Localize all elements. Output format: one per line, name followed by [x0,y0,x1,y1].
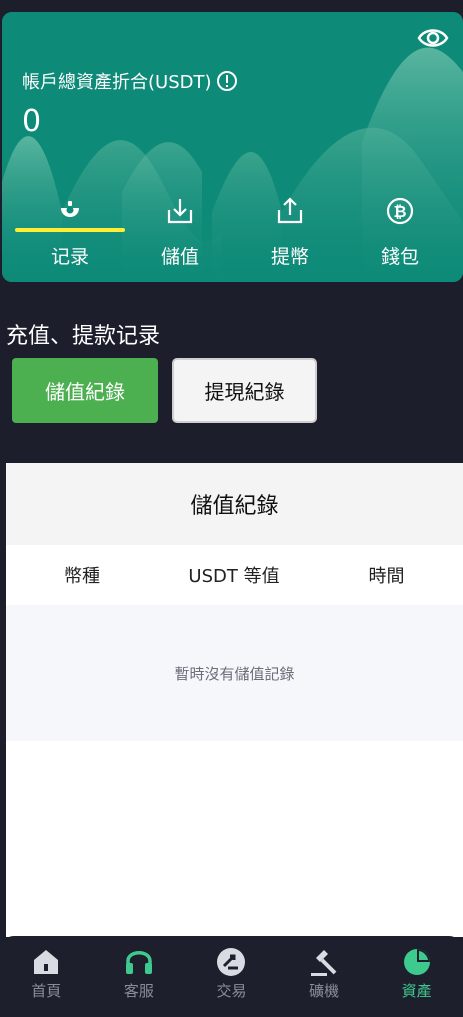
nav-assets-label: 資產 [401,982,432,1000]
active-underline [15,228,125,232]
asset-card: 帳戶總資產折合(USDT) 0 记录 儲值 提幣 ₿ 錢包 [2,12,463,282]
total-assets-value: 0 [22,104,42,139]
nav-support-label: 客服 [123,982,154,1000]
withdraw-records-button[interactable]: 提現紀錄 [172,358,317,423]
bitcoin-icon: ₿ [386,197,414,225]
download-icon [167,199,193,224]
action-record[interactable]: 记录 [15,192,125,282]
nav-assets[interactable]: 資產 [370,936,463,1017]
pie-chart-icon [403,949,430,975]
exchange-icon [217,948,246,976]
info-icon[interactable] [216,70,238,92]
action-record-label: 记录 [50,246,89,268]
headset-icon [125,951,152,974]
status-strip [0,0,463,12]
action-wallet[interactable]: ₿ 錢包 [345,192,455,282]
nav-mining[interactable]: 礦機 [278,936,371,1017]
total-assets-label-text: 帳戶總資產折合(USDT) [22,72,212,93]
eye-icon[interactable] [417,26,449,50]
action-deposit-label: 儲值 [160,246,199,268]
section-title: 充值、提款记录 [6,324,161,349]
column-currency: 幣種 [64,566,100,587]
nav-home-label: 首頁 [31,982,62,1000]
panel-title: 儲值紀錄 [6,463,463,545]
mining-icon [311,950,337,976]
action-wallet-label: 錢包 [380,246,419,268]
asset-actions: 记录 儲值 提幣 ₿ 錢包 [2,192,463,282]
action-deposit[interactable]: 儲值 [125,192,235,282]
nav-home[interactable]: 首頁 [0,936,93,1017]
column-usdt-value: USDT 等值 [188,566,280,587]
bottom-nav: 首頁 客服 交易 礦機 資產 [0,936,463,1017]
empty-state: 暫時沒有儲值記錄 [6,605,463,741]
nav-trade-label: 交易 [216,982,247,1000]
action-withdraw[interactable]: 提幣 [235,192,345,282]
table-header: 幣種 USDT 等值 時間 [6,545,463,605]
nav-trade[interactable]: 交易 [185,936,278,1017]
upload-icon [277,197,303,224]
nav-mining-label: 礦機 [309,982,340,1000]
action-withdraw-label: 提幣 [270,246,309,268]
column-time: 時間 [368,566,405,587]
deposit-records-button[interactable]: 儲值紀錄 [12,358,158,423]
svg-text:₿: ₿ [393,202,406,221]
nav-support[interactable]: 客服 [93,936,186,1017]
records-panel: 儲值紀錄 幣種 USDT 等值 時間 暫時沒有儲值記錄 [6,463,463,937]
total-assets-label: 帳戶總資產折合(USDT) [22,68,238,94]
record-icon [61,201,79,217]
home-icon [34,950,59,974]
